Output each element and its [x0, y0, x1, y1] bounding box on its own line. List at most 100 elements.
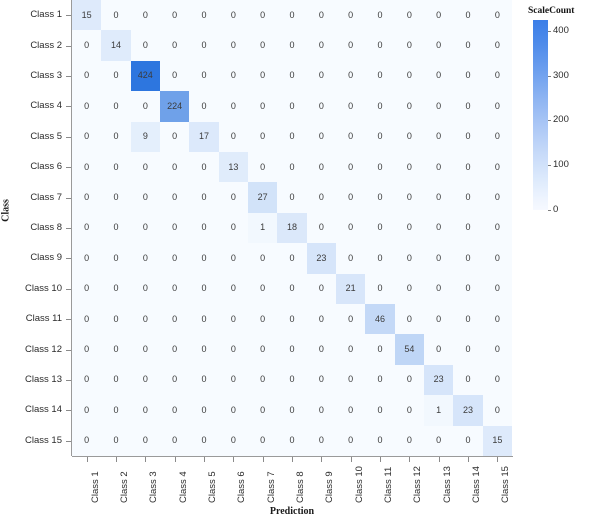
- heatmap-cell-value: 0: [289, 344, 295, 355]
- heatmap-cell: 0: [424, 121, 454, 152]
- heatmap-cell-value: 0: [436, 435, 442, 446]
- heatmap-cell-value: 0: [494, 283, 500, 294]
- heatmap-cell: 0: [336, 304, 366, 335]
- heatmap-cell: 0: [160, 395, 190, 426]
- heatmap-cell-value: 0: [172, 192, 178, 203]
- heatmap-cell: 0: [72, 364, 102, 396]
- heatmap-cell: 0: [130, 273, 160, 304]
- heatmap-cell-value: 0: [142, 161, 148, 172]
- heatmap-cell: 0: [160, 30, 190, 61]
- heatmap-cell: 0: [160, 182, 190, 213]
- heatmap-cell-value: 0: [142, 252, 148, 263]
- heatmap-cell: 0: [482, 243, 512, 274]
- heatmap-cell: 0: [394, 243, 424, 274]
- heatmap-cell-value: 0: [142, 435, 148, 446]
- heatmap-cell-value: 0: [113, 404, 119, 415]
- heatmap-cell-value: 0: [84, 344, 90, 355]
- heatmap-cell: 0: [189, 152, 219, 183]
- heatmap-cell-value: 0: [406, 252, 412, 263]
- y-tick-label: Class 6: [30, 161, 62, 173]
- heatmap-cell-value: 0: [377, 9, 383, 20]
- heatmap-cell: 0: [453, 425, 483, 456]
- heatmap-cell: 0: [101, 212, 131, 244]
- heatmap-cell-value: 0: [494, 100, 500, 111]
- heatmap-cell-value: 0: [289, 435, 295, 446]
- heatmap-cell: 0: [218, 60, 248, 92]
- legend-tick-mark: [548, 120, 551, 122]
- heatmap-cell-value: 0: [260, 313, 266, 324]
- heatmap-cell-value: 0: [201, 161, 207, 172]
- y-tick-label: Class 8: [30, 222, 62, 233]
- x-tick-label: Class 12: [412, 466, 424, 503]
- heatmap-cell: 0: [394, 152, 424, 183]
- heatmap-cell-value: 0: [318, 192, 324, 203]
- heatmap-cell-value: 0: [201, 192, 207, 203]
- x-tick-label: Class 2: [119, 471, 130, 503]
- heatmap-cell: 0: [189, 304, 219, 335]
- heatmap-cell: 0: [482, 152, 512, 183]
- heatmap-cell-value: 0: [113, 252, 119, 263]
- heatmap-cell-value: 14: [110, 40, 121, 51]
- heatmap-cell: 0: [277, 60, 307, 92]
- heatmap-cell: 15: [482, 425, 512, 456]
- heatmap-cell-value: 0: [318, 404, 324, 415]
- heatmap-cell: 0: [101, 91, 131, 122]
- y-tick-mark: [66, 440, 71, 442]
- heatmap-cell-value: 0: [289, 131, 295, 142]
- heatmap-cell-value: 424: [137, 70, 153, 81]
- x-tick-mark: [292, 457, 293, 462]
- heatmap-cell-value: 0: [494, 40, 500, 51]
- x-tick-label: Class 3: [148, 471, 160, 503]
- y-tick-label: Class 4: [30, 100, 62, 112]
- heatmap-cell: 0: [453, 304, 483, 335]
- heatmap-cell-value: 0: [230, 374, 236, 385]
- x-tick-mark: [409, 457, 411, 462]
- x-tick-label: Class 15: [500, 466, 512, 503]
- heatmap-cell-value: 0: [436, 9, 442, 20]
- heatmap-cell-value: 0: [318, 344, 324, 355]
- heatmap-cell: 0: [482, 395, 512, 426]
- heatmap-cell-value: 0: [289, 192, 295, 203]
- heatmap-cell-value: 0: [465, 9, 471, 20]
- heatmap-cell: 0: [277, 273, 307, 304]
- heatmap-cell: 0: [394, 0, 424, 31]
- heatmap-cell: 17: [189, 121, 219, 152]
- heatmap-cell: 0: [453, 212, 483, 244]
- x-tick-label: Class 6: [236, 471, 248, 503]
- heatmap-cell: 0: [248, 304, 278, 335]
- y-tick-label: Class 3: [30, 70, 62, 81]
- heatmap-cell: 0: [218, 212, 248, 244]
- y-tick-mark: [66, 197, 71, 199]
- heatmap-cell: 0: [160, 152, 190, 183]
- heatmap-cell-value: 0: [377, 374, 383, 385]
- heatmap-cell: 0: [130, 30, 160, 61]
- heatmap-cell: 0: [101, 364, 131, 396]
- heatmap-cell: 0: [101, 152, 131, 183]
- heatmap-cell-value: 0: [465, 283, 471, 294]
- heatmap-cell: 23: [306, 243, 336, 274]
- heatmap-cell-value: 0: [348, 100, 354, 111]
- heatmap-cell: 0: [453, 152, 483, 183]
- heatmap-cell-value: 0: [289, 313, 295, 324]
- legend-tick-mark: [548, 210, 551, 211]
- heatmap-cell-value: 0: [436, 40, 442, 51]
- heatmap-cell-value: 0: [348, 40, 354, 51]
- heatmap-cell: 0: [218, 364, 248, 396]
- heatmap-cell-value: 0: [465, 435, 471, 446]
- legend-tick-label: 300: [553, 69, 569, 81]
- heatmap-cell-value: 0: [113, 131, 119, 142]
- heatmap-cell-value: 0: [84, 192, 90, 203]
- y-tick-label: Class 15: [25, 434, 62, 446]
- heatmap-cell-value: 0: [230, 283, 236, 294]
- heatmap-cell: 23: [453, 395, 483, 426]
- heatmap-cell: 0: [72, 152, 102, 183]
- heatmap-cell: 0: [130, 425, 160, 456]
- heatmap-cell-value: 0: [172, 222, 178, 233]
- heatmap-cell: 0: [306, 60, 336, 92]
- y-tick-mark: [66, 15, 71, 17]
- heatmap-cell: 0: [160, 273, 190, 304]
- heatmap-cell: 424: [130, 60, 160, 92]
- heatmap-cell: 0: [130, 243, 160, 274]
- heatmap-cell-value: 0: [494, 404, 500, 415]
- heatmap-cell-value: 0: [494, 70, 500, 81]
